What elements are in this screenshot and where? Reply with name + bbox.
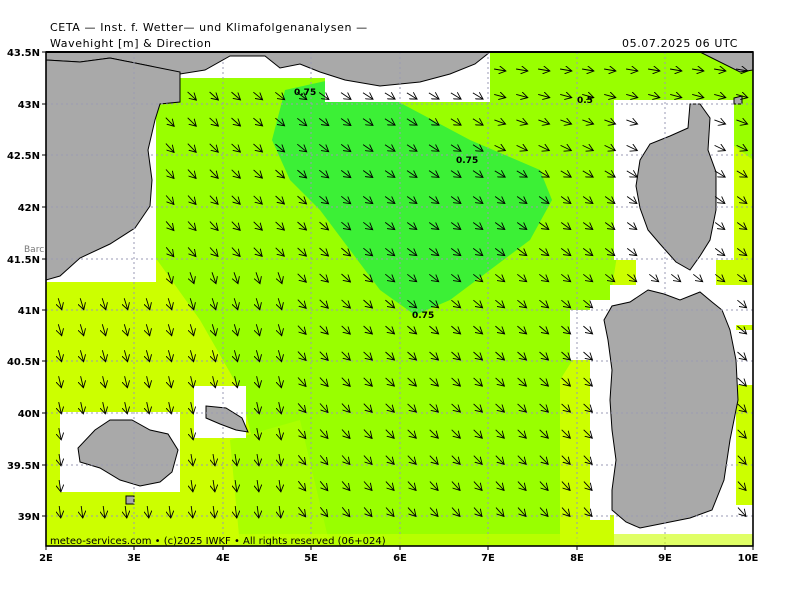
lon-label: 7E bbox=[481, 553, 495, 564]
lon-label: 10E bbox=[738, 553, 759, 564]
lat-label: 39N bbox=[18, 512, 40, 523]
lat-label: 42N bbox=[18, 203, 40, 214]
lon-label: 3E bbox=[127, 553, 141, 564]
contour-label-east: 0.5 bbox=[577, 96, 593, 106]
lon-label: 8E bbox=[570, 553, 584, 564]
contour-label-upper: 0.75 bbox=[294, 88, 316, 98]
lon-label: 6E bbox=[393, 553, 407, 564]
map-frame: 0.75 0.75 0.75 0.5 meteo-services.com • … bbox=[7, 48, 759, 564]
lon-label: 9E bbox=[658, 553, 672, 564]
contour-label-lower: 0.75 bbox=[412, 311, 434, 321]
lat-label: 43N bbox=[18, 100, 40, 111]
land-sardinia bbox=[603, 289, 739, 529]
lat-label: 40N bbox=[18, 409, 40, 420]
place-label-barcelona: Barc bbox=[24, 245, 44, 255]
lat-label: 40.5N bbox=[7, 357, 40, 368]
land-ibiza bbox=[125, 495, 135, 505]
lat-label: 41.5N bbox=[7, 255, 40, 266]
longitude-labels: 2E 3E 4E 5E 6E 7E 8E 9E 10E bbox=[39, 553, 758, 564]
lon-label: 4E bbox=[216, 553, 230, 564]
lat-label: 43.5N bbox=[7, 48, 40, 59]
latitude-labels: 43.5N 43N 42.5N 42N 41.5N 41N 40.5N 40N … bbox=[7, 48, 40, 523]
lat-label: 39.5N bbox=[7, 461, 40, 472]
lat-label: 41N bbox=[18, 306, 40, 317]
contour-label-center: 0.75 bbox=[456, 156, 478, 166]
lon-label: 2E bbox=[39, 553, 53, 564]
lon-label: 5E bbox=[304, 553, 318, 564]
land-elba bbox=[733, 95, 743, 105]
lat-label: 42.5N bbox=[7, 151, 40, 162]
